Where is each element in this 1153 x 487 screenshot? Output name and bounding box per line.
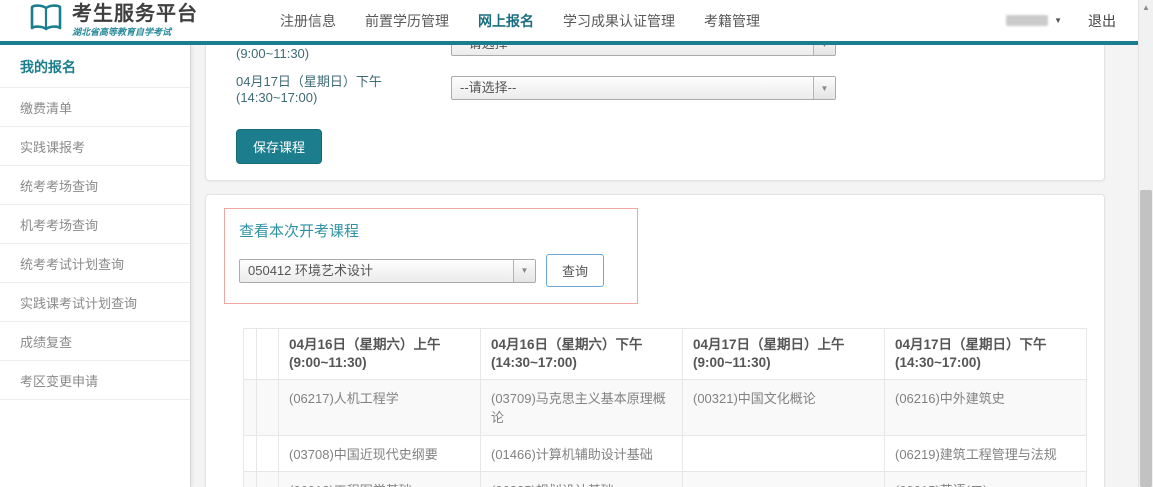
session-row-sunday-pm: 04月17日（星期日）下午(14:30~17:00) --请选择-- ▼: [236, 71, 1104, 105]
nav-prior-education[interactable]: 前置学历管理: [365, 11, 449, 31]
spacer-cell: [257, 329, 279, 380]
table-row: (06217)人机工程学 (03709)马克思主义基本原理概论 (00321)中…: [244, 380, 1087, 436]
chevron-down-icon: ▼: [813, 77, 835, 99]
column-header: 04月16日（星期六）下午(14:30~17:00): [481, 329, 683, 380]
column-header: 04月16日（星期六）上午(9:00~11:30): [279, 329, 481, 380]
nav-online-registration[interactable]: 网上报名: [478, 11, 534, 31]
course-cell: [683, 472, 885, 487]
course-cell: (06219)建筑工程管理与法规: [885, 436, 1087, 472]
course-cell: (06225)规划设计基础: [481, 472, 683, 487]
sidebar-item-unified-exam-room[interactable]: 统考考场查询: [0, 166, 190, 205]
spacer-cell: [244, 472, 257, 487]
top-nav: 注册信息 前置学历管理 网上报名 学习成果认证管理 考籍管理: [280, 11, 760, 31]
exam-schedule-table: 04月16日（星期六）上午(9:00~11:30) 04月16日（星期六）下午(…: [243, 328, 1087, 487]
course-select-sunday-am[interactable]: --请选择-- ▼: [451, 45, 836, 56]
username-redacted: [1006, 15, 1048, 26]
chevron-down-icon: ▼: [813, 45, 835, 55]
sidebar-item-practical-exam-plan[interactable]: 实践课考试计划查询: [0, 283, 190, 322]
sidebar-item-my-registration[interactable]: 我的报名: [0, 45, 190, 88]
course-cell: (03709)马克思主义基本原理概论: [481, 380, 683, 436]
sidebar-item-payment-list[interactable]: 缴费清单: [0, 88, 190, 127]
chevron-down-icon: ▼: [513, 260, 535, 282]
sidebar-item-exam-area-change[interactable]: 考区变更申请: [0, 361, 190, 400]
open-book-icon: [28, 3, 64, 38]
column-header: 04月17日（星期日）上午(9:00~11:30): [683, 329, 885, 380]
sidebar-item-score-review[interactable]: 成绩复查: [0, 322, 190, 361]
course-selection-panel: 04月17日（星期日）上午(9:00~11:30) --请选择-- ▼ 04月1…: [205, 45, 1105, 181]
chevron-down-icon: ▼: [1054, 16, 1062, 25]
nav-registration-info[interactable]: 注册信息: [280, 11, 336, 31]
scroll-up-arrow-icon[interactable]: ▲: [1139, 3, 1153, 12]
spacer-cell: [244, 380, 257, 436]
nav-learning-certification[interactable]: 学习成果认证管理: [563, 11, 675, 31]
open-courses-panel: 查看本次开考课程 050412 环境艺术设计 ▼ 查询 04月16日（星期六）上…: [205, 194, 1105, 487]
spacer-cell: [257, 380, 279, 436]
course-cell: (06217)人机工程学: [279, 380, 481, 436]
query-button[interactable]: 查询: [546, 254, 604, 287]
spacer-cell: [244, 436, 257, 472]
scrollbar-thumb[interactable]: [1140, 190, 1152, 487]
course-cell: (00321)中国文化概论: [683, 380, 885, 436]
sidebar: 我的报名 缴费清单 实践课报考 统考考场查询 机考考场查询 统考考试计划查询 实…: [0, 45, 191, 487]
course-cell: (06216)中外建筑史: [885, 380, 1087, 436]
column-header: 04月17日（星期日）下午(14:30~17:00): [885, 329, 1087, 380]
session-label: 04月17日（星期日）下午(14:30~17:00): [236, 71, 451, 105]
course-cell: (01466)计算机辅助设计基础: [481, 436, 683, 472]
spacer-cell: [257, 472, 279, 487]
course-cell: [683, 436, 885, 472]
main-content: 04月17日（星期日）上午(9:00~11:30) --请选择-- ▼ 04月1…: [192, 45, 1138, 487]
course-select-sunday-pm[interactable]: --请选择-- ▼: [451, 76, 836, 100]
open-courses-title: 查看本次开考课程: [239, 220, 637, 241]
session-label: 04月17日（星期日）上午(9:00~11:30): [236, 45, 451, 61]
platform-subtitle: 湖北省高等教育自学考试: [72, 25, 198, 38]
platform-logo: 考生服务平台 湖北省高等教育自学考试: [28, 3, 198, 38]
logout-link[interactable]: 退出: [1088, 11, 1116, 31]
table-row: (03708)中国近现代史纲要 (01466)计算机辅助设计基础 (06219)…: [244, 436, 1087, 472]
session-row-sunday-am: 04月17日（星期日）上午(9:00~11:30) --请选择-- ▼: [236, 45, 1104, 61]
course-cell: (06918)工程图学基础: [279, 472, 481, 487]
top-header: 考生服务平台 湖北省高等教育自学考试 注册信息 前置学历管理 网上报名 学习成果…: [0, 0, 1138, 45]
page-scrollbar[interactable]: ▲: [1138, 0, 1153, 487]
user-menu[interactable]: ▼: [1006, 15, 1062, 26]
course-cell: (03708)中国近现代史纲要: [279, 436, 481, 472]
table-row: (06918)工程图学基础 (06225)规划设计基础 (00015)英语(二): [244, 472, 1087, 487]
table-header-row: 04月16日（星期六）上午(9:00~11:30) 04月16日（星期六）下午(…: [244, 329, 1087, 380]
red-annotation-box: 查看本次开考课程 050412 环境艺术设计 ▼ 查询: [224, 208, 638, 304]
spacer-cell: [257, 436, 279, 472]
major-select[interactable]: 050412 环境艺术设计 ▼: [239, 259, 536, 283]
sidebar-item-practical-course[interactable]: 实践课报考: [0, 127, 190, 166]
spacer-cell: [244, 329, 257, 380]
sidebar-item-unified-exam-plan[interactable]: 统考考试计划查询: [0, 244, 190, 283]
sidebar-item-computer-exam-room[interactable]: 机考考场查询: [0, 205, 190, 244]
platform-title: 考生服务平台: [72, 4, 198, 24]
course-cell: (00015)英语(二): [885, 472, 1087, 487]
nav-exam-status[interactable]: 考籍管理: [704, 11, 760, 31]
save-courses-button[interactable]: 保存课程: [236, 129, 322, 164]
